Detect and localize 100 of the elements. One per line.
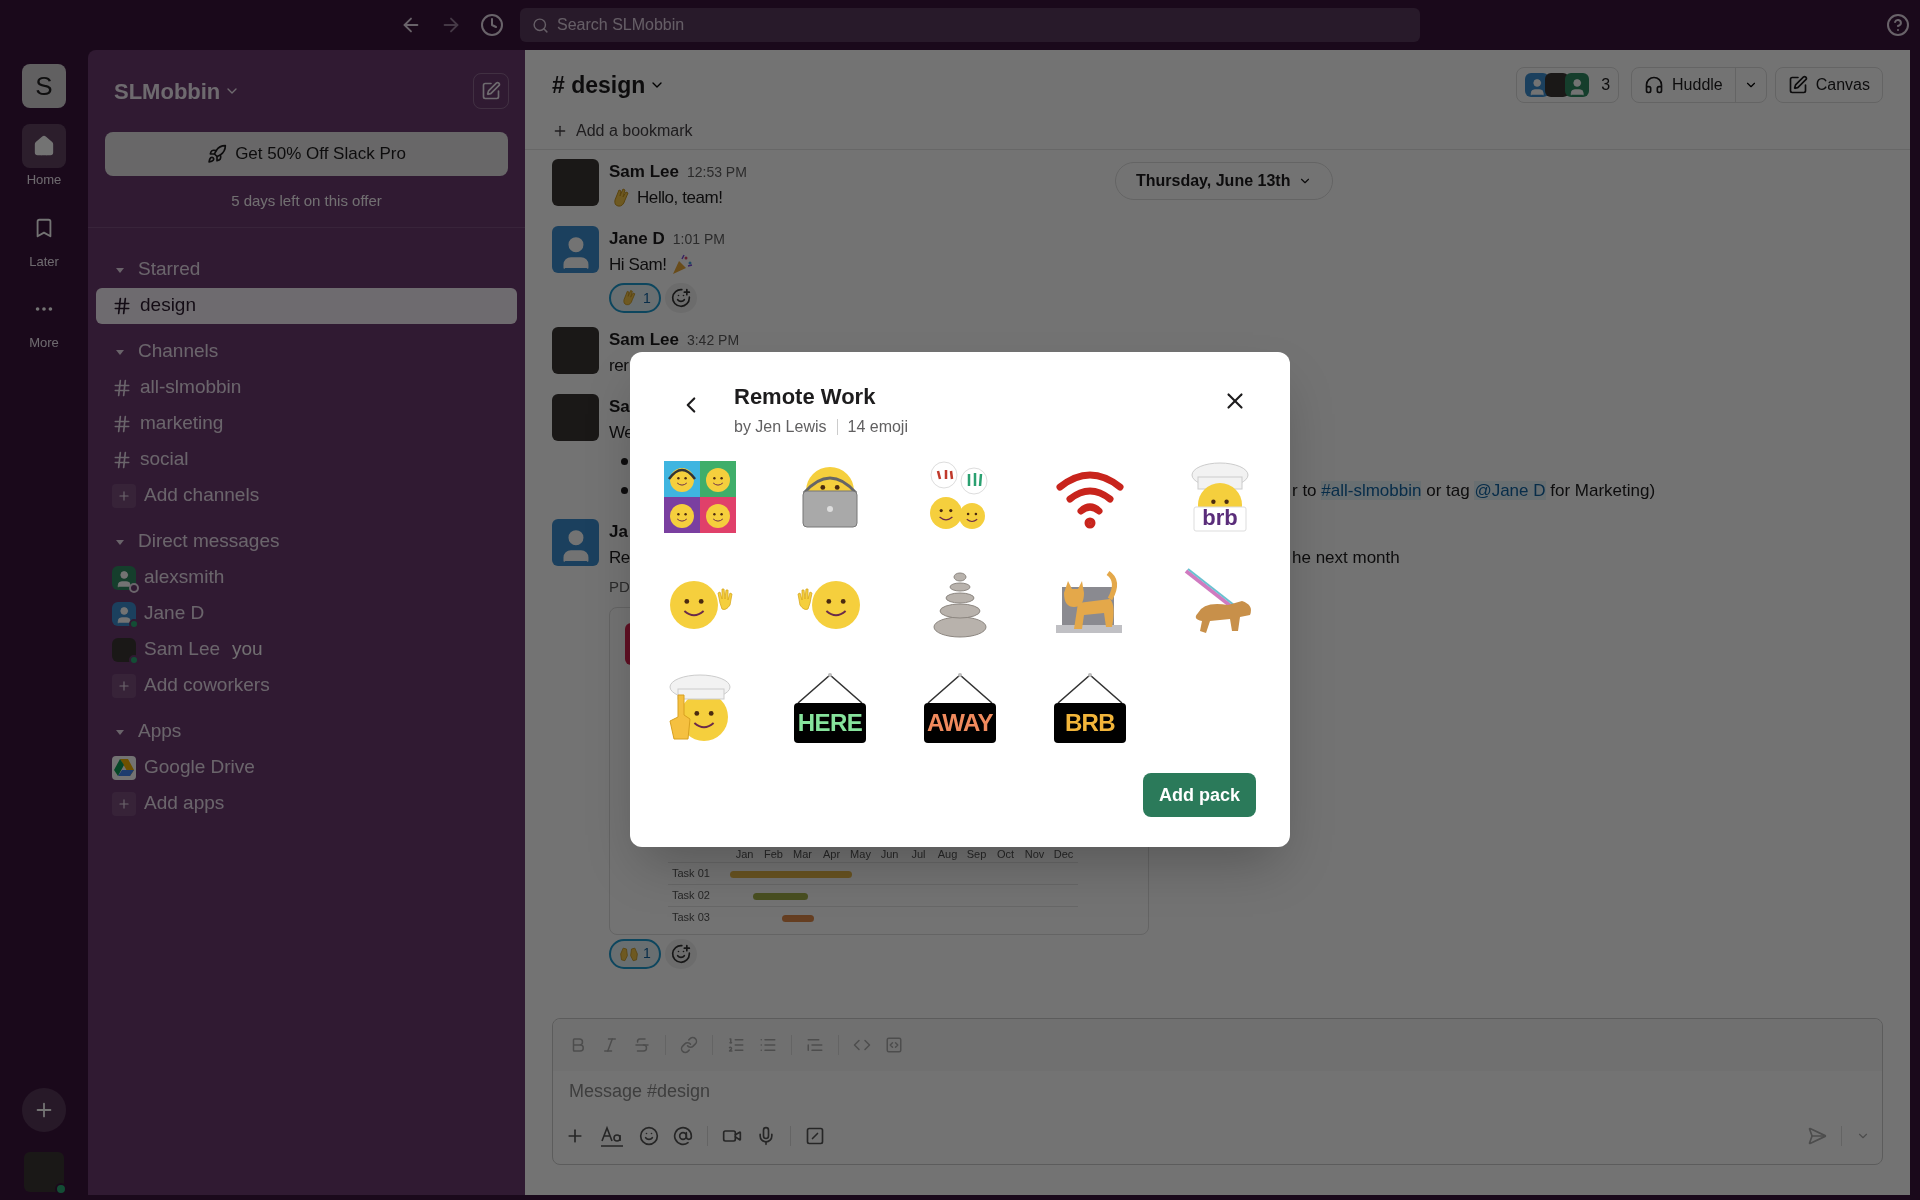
avatar-icon [552,226,599,273]
search-field[interactable]: Search SLMobbin [520,8,1420,42]
month-label: Jul [910,846,927,862]
item-label: Add channels [144,483,260,508]
author-name[interactable]: Jane D [609,226,665,252]
headphones-icon [1644,75,1665,95]
canvas-button[interactable]: Canvas [1774,67,1883,103]
message-text: Hi Sam! [609,253,667,276]
photo-placeholder [112,637,136,662]
task-label: Task 03 [671,910,711,926]
sidebar-item[interactable]: Add channels [96,477,517,514]
emoji-icon[interactable] [639,1126,659,1146]
sidebar-item[interactable]: social [96,441,517,478]
task-bar [753,892,809,900]
help-icon[interactable] [1886,13,1910,37]
sidebar-item[interactable]: marketing [96,405,517,442]
month-label: Apr [821,846,842,862]
add-reaction-button[interactable] [664,283,697,313]
format-icon[interactable] [759,1036,777,1054]
workspace-button[interactable]: S [22,64,66,108]
shortcuts-icon[interactable] [805,1126,825,1146]
compose-button[interactable] [473,73,509,109]
sidebar-item[interactable]: design [96,287,517,324]
author-name[interactable]: Sam Lee [609,327,679,353]
avatar-icon [552,519,599,566]
canvas-icon [1787,75,1808,95]
rail-label[interactable]: Later [29,251,59,271]
month-label: Aug [936,846,959,862]
channel-title[interactable]: # design [552,67,646,103]
author-name[interactable]: Ja [609,519,628,545]
avatar-icon [112,601,136,626]
item-label: Google Drive [144,755,255,780]
dialog-title: Remote Work [734,383,877,411]
microphone-icon[interactable] [756,1126,776,1146]
message-time: 3:42 PM [686,331,740,350]
add-bookmark-button[interactable]: Add a bookmark [552,118,693,143]
sidebar-item[interactable]: alexsmith [96,559,517,596]
item-label: Add coworkers [144,673,270,698]
format-icon[interactable] [885,1036,903,1054]
sidebar-item[interactable]: all-slmobbin [96,369,517,406]
month-label: Oct [995,846,1016,862]
hash-icon [112,413,132,434]
sidebar-item[interactable]: Google Drive [96,749,517,786]
send-icon[interactable] [1807,1126,1827,1146]
month-label: May [849,846,872,862]
author-name[interactable]: Sa [609,394,630,420]
mention-icon[interactable] [673,1126,693,1146]
sidebar-item[interactable]: Jane D [96,595,517,632]
item-label: design [140,293,196,318]
hanging-sign: AWAY [924,703,996,743]
emoji-count: 14 emoji [847,417,908,437]
section-header[interactable]: Apps [138,717,182,746]
photo-placeholder [552,327,599,374]
month-label: Dec [1052,846,1075,862]
mention-link[interactable]: @Jane D [1474,480,1546,500]
compose-icon [481,81,501,101]
section-header[interactable]: Direct messages [138,527,280,556]
party-popper-icon [670,252,695,277]
promo-button[interactable]: Get 50% Off Slack Pro [105,132,508,176]
add-pack-button[interactable]: Add pack [1142,773,1256,817]
format-icon[interactable] [601,1036,619,1054]
author-name[interactable]: Sam Lee [609,159,679,185]
history-icon[interactable] [480,13,504,37]
item-label: Sam Lee [144,637,221,662]
month-label: Nov [1023,846,1046,862]
item-label: alexsmith [144,565,225,590]
avatar-icon [1565,73,1590,97]
message-text: rer [609,354,629,377]
message-text: he next month [1292,546,1400,569]
message-text: Hello, team! [637,186,723,209]
format-icon[interactable] [633,1036,651,1054]
add-reaction-button[interactable] [664,938,697,969]
sign-string-icon [927,673,993,703]
format-icon[interactable] [727,1036,745,1054]
item-label: social [140,447,189,472]
section-header[interactable]: Starred [138,255,201,284]
sidebar-item[interactable]: Sam Lee you [96,631,517,668]
reaction-pill[interactable]: 1 [609,283,661,313]
date-divider-button[interactable]: Thursday, June 13th [1115,162,1334,200]
mention-link[interactable]: #all-slmobbin [1321,480,1422,500]
rail-label[interactable]: Home [26,170,62,190]
month-label: Feb [763,846,784,862]
workspace-name[interactable]: SLMobbin [114,74,221,108]
drive-icon [112,755,136,780]
sidebar-item[interactable]: Add apps [96,785,517,822]
rail-label[interactable]: More [29,333,59,353]
add-emoji-icon [670,943,691,964]
format-icon[interactable] [806,1036,824,1054]
task-label: Task 01 [671,866,711,882]
month-label: Jun [879,846,900,862]
hanging-sign: BRB [1054,703,1126,743]
hash-icon [112,449,132,470]
you-label: you [232,637,263,662]
pack-author: by Jen Lewis [734,417,827,437]
photo-placeholder [24,1152,64,1192]
members-button[interactable]: 3 [1516,67,1620,103]
reaction-pill[interactable]: 1 [609,938,661,969]
format-icon[interactable] [680,1036,698,1054]
section-header[interactable]: Channels [138,337,219,366]
sidebar-item[interactable]: Add coworkers [96,667,517,704]
